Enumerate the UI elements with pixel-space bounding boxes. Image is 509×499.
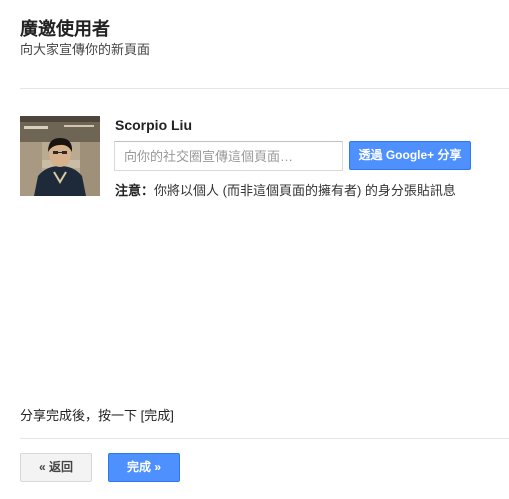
back-button[interactable]: « 返回 <box>20 453 92 482</box>
done-button[interactable]: 完成 » <box>108 453 180 482</box>
completion-hint: 分享完成後，按一下 [完成] <box>20 408 174 423</box>
avatar-photo <box>20 116 100 196</box>
posting-note: 注意：你將以個人 (而非這個頁面的擁有者) 的身分張貼訊息 <box>115 180 456 199</box>
top-divider <box>20 88 509 89</box>
note-label: 注意： <box>115 183 155 198</box>
avatar <box>20 116 100 196</box>
page-title: 廣邀使用者 <box>20 19 110 39</box>
share-message-input[interactable] <box>114 141 343 171</box>
user-name: Scorpio Liu <box>115 117 192 133</box>
share-google-plus-button[interactable]: 透過 Google+ 分享 <box>349 141 471 170</box>
bottom-divider <box>20 438 509 439</box>
page-subtitle: 向大家宣傳你的新頁面 <box>20 42 151 57</box>
note-text: 你將以個人 (而非這個頁面的擁有者) 的身分張貼訊息 <box>154 183 456 198</box>
